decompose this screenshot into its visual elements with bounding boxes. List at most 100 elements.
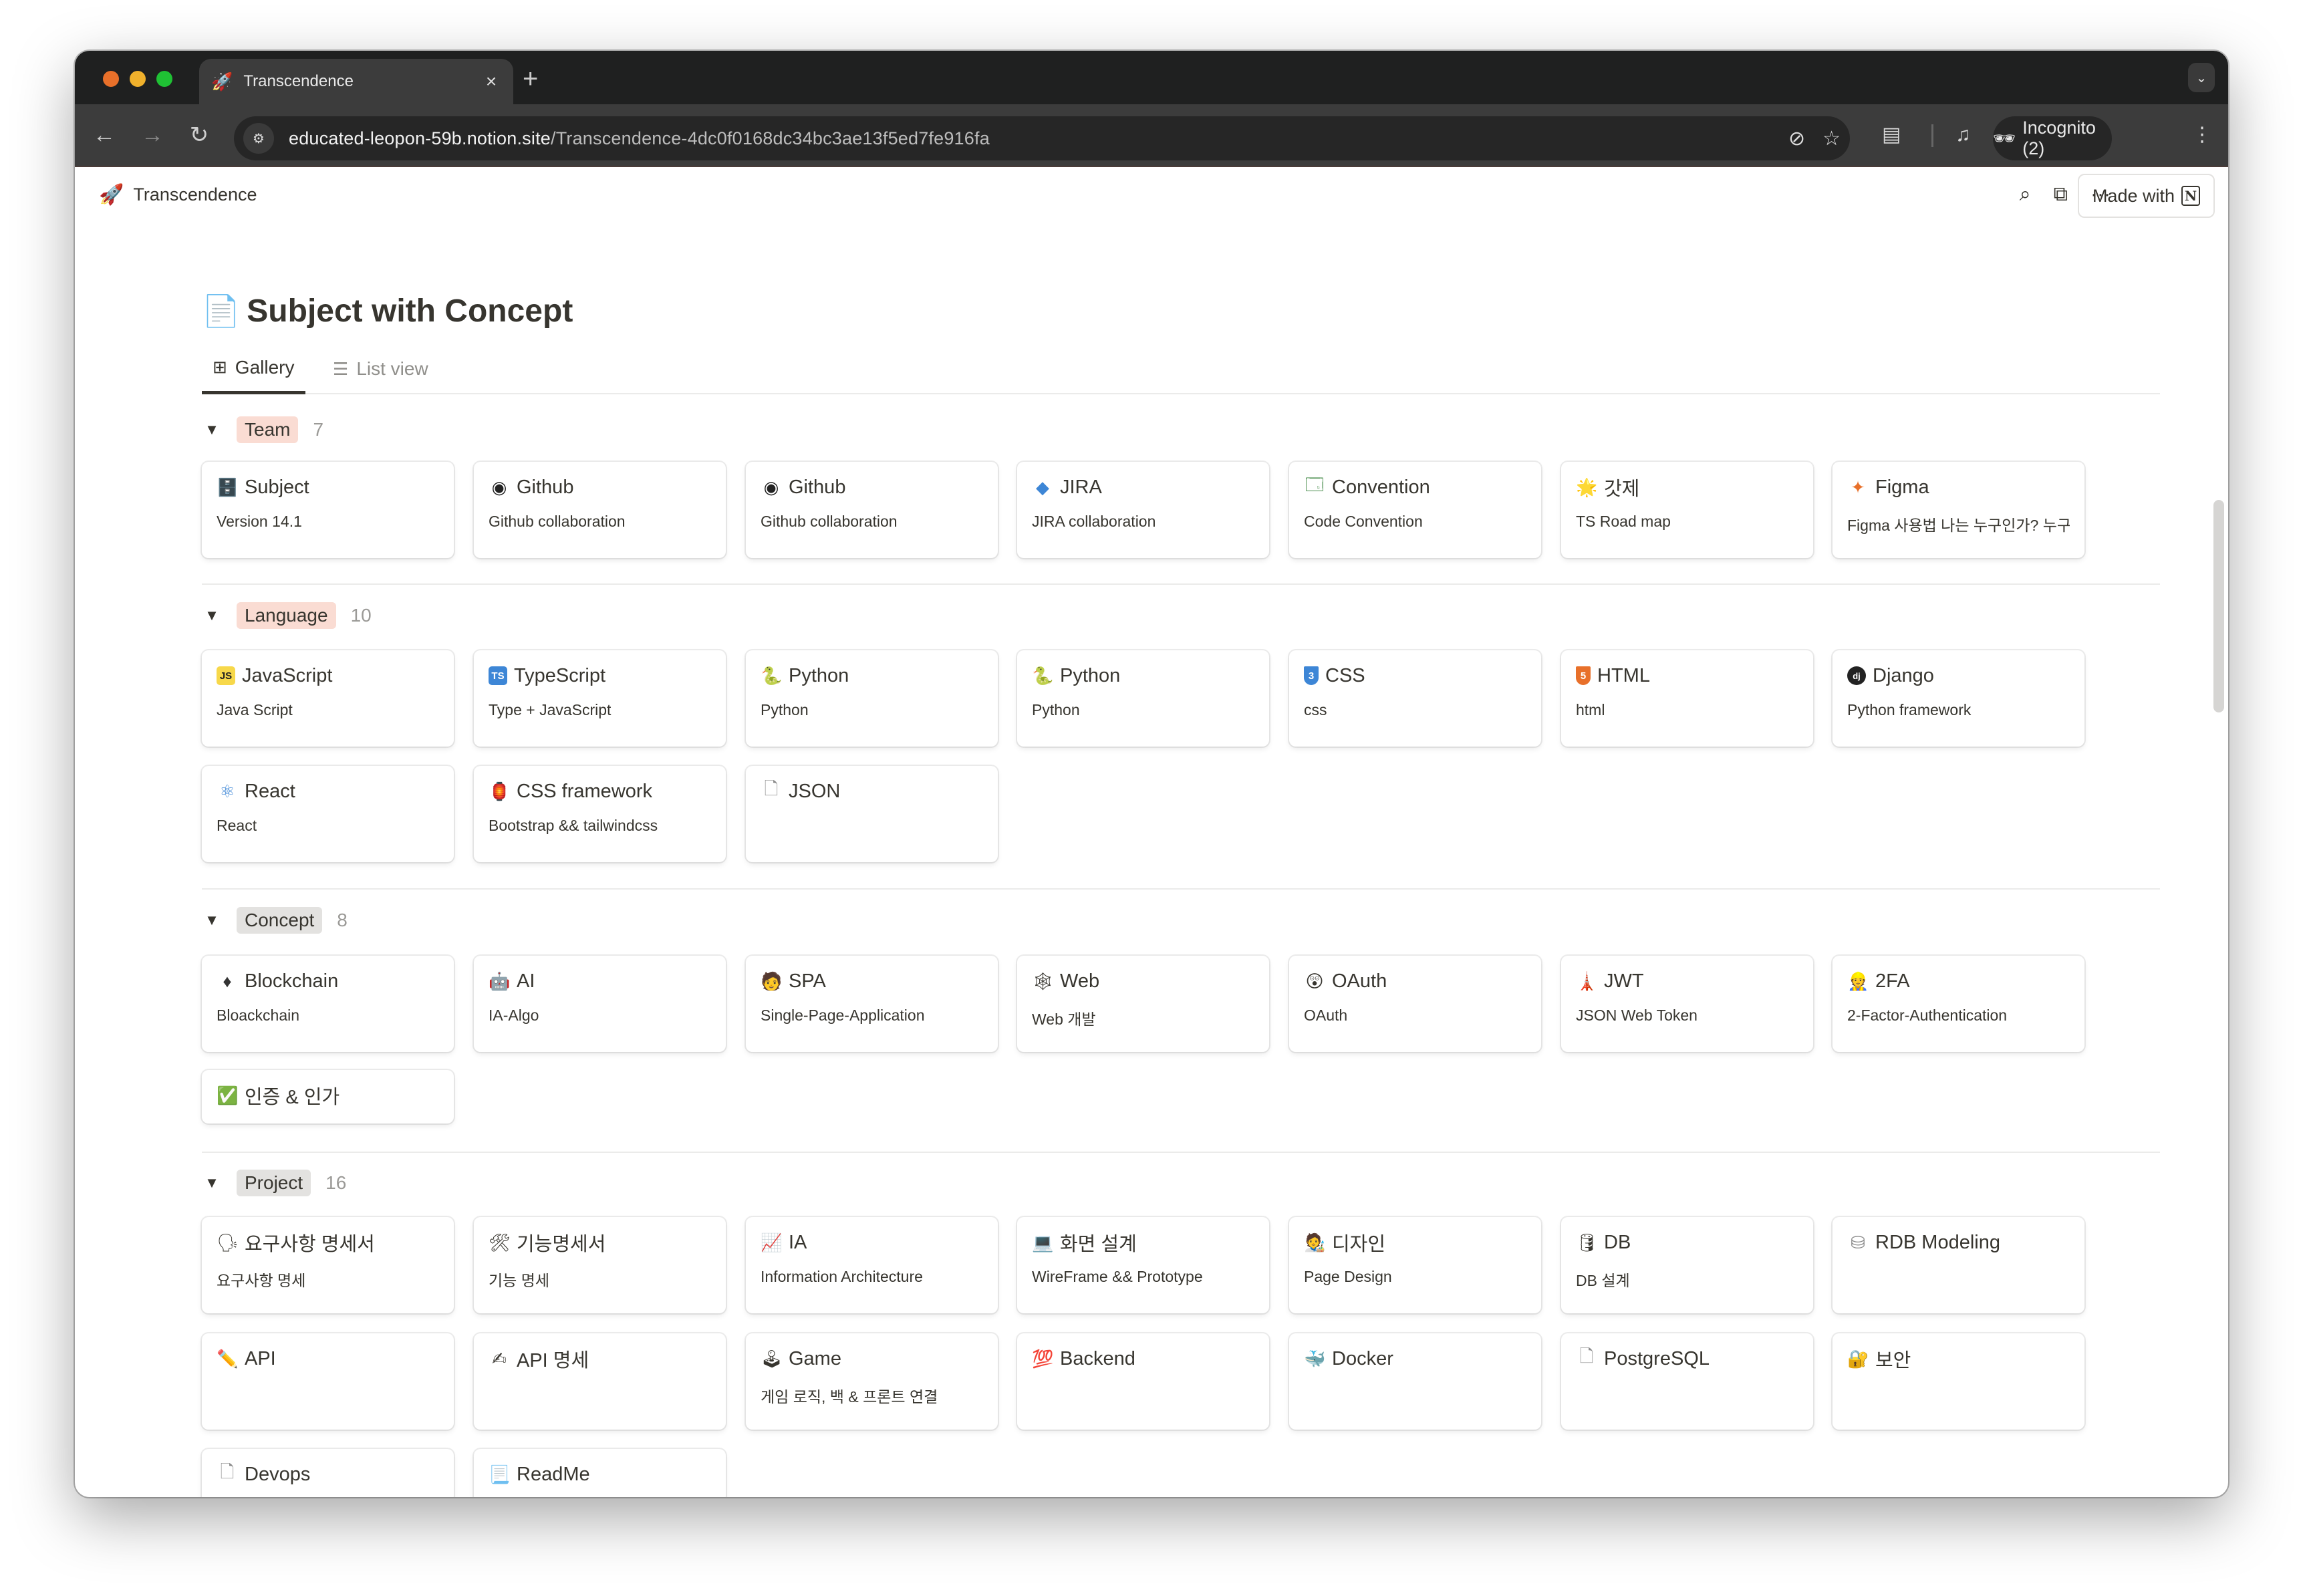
maximize-window-button[interactable] <box>156 71 172 87</box>
gallery-card[interactable]: 🏮 CSS framework Bootstrap && tailwindcss <box>474 766 726 862</box>
gallery-card[interactable]: ⚛ React React <box>202 766 454 862</box>
card-title: 🧑 SPA <box>761 969 983 993</box>
gallery-card[interactable]: 5 HTML html <box>1561 650 1813 747</box>
card-title: 🗣 요구사항 명세서 <box>217 1230 439 1256</box>
gallery-card[interactable]: 🐍 Python Python <box>1017 650 1269 747</box>
card-description: Code Convention <box>1304 513 1423 530</box>
card-description: 게임 로직, 백 & 프론트 연결 <box>761 1388 938 1406</box>
card-title: 🕸 Web <box>1032 969 1254 993</box>
check-mark-icon: ✅ <box>217 1085 239 1105</box>
tab-strip: 🚀 Transcendence × + ⌄ <box>75 51 2228 104</box>
close-tab-icon[interactable]: × <box>481 71 501 92</box>
media-control-icon[interactable]: ♫ <box>1955 122 1971 148</box>
writing-hand-icon: ✍ <box>492 1348 507 1369</box>
group-tag: Team <box>237 416 299 443</box>
gallery-card[interactable]: 🗋 PostgreSQL <box>1561 1333 1813 1430</box>
card-title-text: 인증 & 인가 <box>245 1087 340 1108</box>
gallery-card[interactable]: 🕹 Game 게임 로직, 백 & 프론트 연결 <box>746 1333 998 1430</box>
gallery-card[interactable]: 3 CSS css <box>1289 650 1541 747</box>
address-bar[interactable]: ⚙ educated-leopon-59b.notion.site/Transc… <box>234 116 1850 160</box>
css3-icon: 3 <box>1304 666 1319 685</box>
card-title-text: Game <box>789 1347 841 1369</box>
gallery-card[interactable]: 💻 화면 설계 WireFrame && Prototype <box>1017 1217 1269 1313</box>
card-title-text: OAuth <box>1332 970 1387 992</box>
card-title-text: Django <box>1873 664 1934 686</box>
gallery-card[interactable]: ✍ API 명세 <box>474 1333 726 1430</box>
gallery-card[interactable]: 🛢 DB DB 설계 <box>1561 1217 1813 1313</box>
reading-list-icon[interactable]: ▤ <box>1882 122 1901 148</box>
url-text[interactable]: educated-leopon-59b.notion.site/Transcen… <box>289 128 1771 149</box>
gallery-card[interactable]: 🔐 보안 <box>1833 1333 2084 1430</box>
gallery-card[interactable]: 🗣 요구사항 명세서요구사항 명세 <box>202 1217 454 1313</box>
gallery-card[interactable]: dj Django Python framework <box>1833 650 2084 747</box>
gallery-card[interactable]: ⛁ RDB Modeling <box>1833 1217 2084 1313</box>
star-icon[interactable]: ☆ <box>1822 127 1841 150</box>
card-title-text: CSS <box>1325 664 1365 686</box>
collapse-caret-icon[interactable]: ▼ <box>202 1174 222 1192</box>
gallery-card[interactable]: 🐍 Python Python <box>746 650 998 747</box>
gallery-card[interactable]: 👷 2FA 2-Factor-Authentication <box>1833 956 2084 1052</box>
gallery-card[interactable]: 🗋 Devops <box>202 1449 454 1497</box>
page-title: 📄 Subject with Concept <box>202 293 573 329</box>
breadcrumb[interactable]: 🚀 Transcendence <box>99 183 257 207</box>
card-title: 🛠 기능명세서 <box>489 1230 711 1256</box>
duplicate-icon[interactable]: ⧉ <box>2054 183 2068 206</box>
scrollbar-thumb[interactable] <box>2213 500 2224 712</box>
gallery-card[interactable]: 🤖 AI IA-Algo <box>474 956 726 1052</box>
spider-web-icon: 🕸 <box>1032 970 1055 991</box>
astonished-face-icon: 😲 <box>1305 970 1324 991</box>
group-count: 16 <box>325 1172 347 1193</box>
gallery-card[interactable]: 🗋 JSON <box>746 766 998 862</box>
forward-arrow-icon[interactable]: → <box>139 122 166 148</box>
gallery-card[interactable]: 🗔 Convention Code Convention <box>1289 462 1541 558</box>
gallery-card[interactable]: ✦ Figma Figma 사용법 나는 누구인가? 누구는 <box>1833 462 2084 558</box>
back-arrow-icon[interactable]: ← <box>91 122 118 148</box>
gallery-card[interactable]: 🛠 기능명세서 기능 명세 <box>474 1217 726 1313</box>
gallery-card[interactable]: ✏️ API <box>202 1333 454 1430</box>
browser-tab[interactable]: 🚀 Transcendence × <box>199 59 513 104</box>
card-title-text: Web <box>1060 970 1100 992</box>
tab-search-chevron-icon[interactable]: ⌄ <box>2188 63 2215 92</box>
site-settings-icon[interactable]: ⚙ <box>243 123 274 154</box>
gallery-card[interactable]: 🗄️ Subject Version 14.1 <box>202 462 454 558</box>
gallery-card[interactable]: ✅ 인증 & 인가 <box>202 1070 454 1123</box>
made-with-notion-button[interactable]: Made with N <box>2077 174 2215 218</box>
gallery-card[interactable]: 🌟 갓제 TS Road map <box>1561 462 1813 558</box>
gallery-card[interactable]: 🐳 Docker <box>1289 1333 1541 1430</box>
gallery-card[interactable]: ◆ JIRA JIRA collaboration <box>1017 462 1269 558</box>
collapse-caret-icon[interactable]: ▼ <box>202 421 222 438</box>
gallery-card[interactable]: ♦ Blockchain Bloackchain <box>202 956 454 1052</box>
reload-icon[interactable]: ↻ <box>186 122 213 148</box>
eye-off-icon[interactable]: ⊘ <box>1788 127 1805 150</box>
gallery-card[interactable]: 💯 Backend <box>1017 1333 1269 1430</box>
gallery-card[interactable]: TS TypeScript Type + JavaScript <box>474 650 726 747</box>
close-window-button[interactable] <box>103 71 119 87</box>
collapse-caret-icon[interactable]: ▼ <box>202 607 222 624</box>
card-description: 요구사항 명세 <box>217 1272 306 1289</box>
gallery-card[interactable]: 🧑 SPA Single-Page-Application <box>746 956 998 1052</box>
gallery-card[interactable]: 📈 IA Information Architecture <box>746 1217 998 1313</box>
minimize-window-button[interactable] <box>130 71 146 87</box>
python-icon: 🐍 <box>1032 665 1054 686</box>
gallery-card[interactable]: 🕸 Web Web 개발 <box>1017 956 1269 1052</box>
card-description: css <box>1304 701 1327 718</box>
gallery-card[interactable]: 🧑‍🎨 디자인 Page Design <box>1289 1217 1541 1313</box>
gallery-card[interactable]: 🗼 JWT JSON Web Token <box>1561 956 1813 1052</box>
incognito-button[interactable]: 🕶 Incognito (2) <box>1993 116 2112 160</box>
kebab-menu-icon[interactable]: ⋮ <box>2192 122 2212 148</box>
gallery-card[interactable]: ◉ Github Github collaboration <box>746 462 998 558</box>
gallery-card[interactable]: 😲 OAuth OAuth <box>1289 956 1541 1052</box>
gallery-card[interactable]: ◉ Github Github collaboration <box>474 462 726 558</box>
new-tab-button[interactable]: + <box>523 64 538 94</box>
gallery-card[interactable]: 📃 ReadMe <box>474 1449 726 1497</box>
card-title-text: 요구사항 명세서 <box>245 1234 375 1255</box>
collapse-caret-icon[interactable]: ▼ <box>202 912 222 929</box>
tab-list-view[interactable]: ☰ List view <box>322 344 439 394</box>
search-icon[interactable]: ⌕ <box>2020 183 2031 206</box>
card-title: ⛁ RDB Modeling <box>1847 1230 2070 1254</box>
card-description: Github collaboration <box>761 513 898 530</box>
card-title-text: CSS framework <box>517 780 653 802</box>
group-header-language: ▼ Language 10 <box>202 601 372 630</box>
tab-gallery[interactable]: ⊞ Gallery <box>202 344 305 394</box>
gallery-card[interactable]: JS JavaScript Java Script <box>202 650 454 747</box>
